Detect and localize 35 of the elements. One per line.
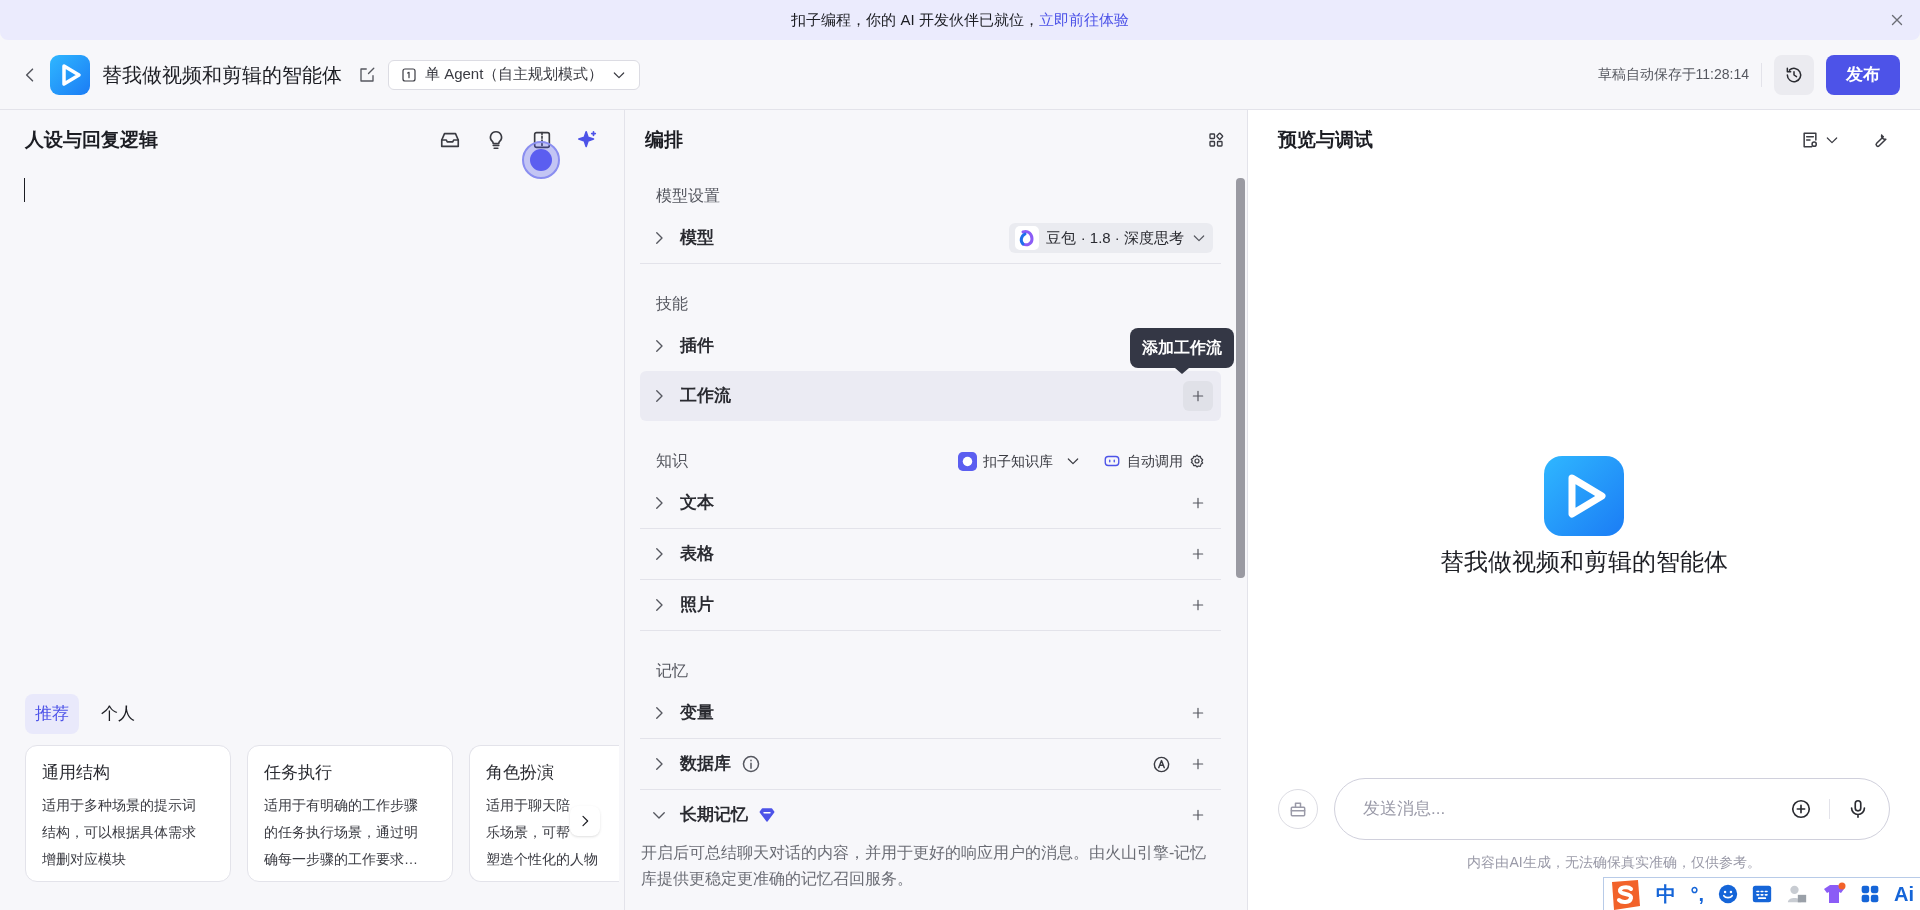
card-description-line: 乐场景，可帮 [486,822,570,842]
tooltip: 添加工作流 [1130,328,1234,368]
row-label: 工作流 [680,385,731,408]
row-label: 模型 [680,227,714,250]
card-description-line: 确每一步骤的工作要求… [264,849,418,869]
row-label: 文本 [680,492,714,515]
card-description-line: 的任务执行场景，通过明 [264,822,418,842]
panel-title: 预览与调试 [1278,127,1373,152]
card-description-line: 塑造个性化的人物 [486,849,598,869]
panel-title: 人设与回复逻辑 [25,127,158,152]
card-description-line: 适用于多种场景的提示词 [42,795,196,815]
row-description: 开启后可总结聊天对话的内容，并用于更好的响应用户的消息。由火山引擎-记忆库提供更稳定更准确的记忆召回服务。 [640,843,1208,889]
row-label: 变量 [680,702,714,725]
agent-name: 替我做视频和剪辑的智能体 [1440,547,1728,577]
card-title: 任务执行 [264,762,333,784]
row-label: 表格 [680,543,714,566]
card-title: 角色扮演 [486,762,555,784]
section-heading: 记忆 [656,661,688,681]
panel-title: 编排 [645,127,683,152]
section-heading: 模型设置 [656,186,720,206]
card-title: 通用结构 [42,762,111,784]
row-label: 插件 [680,335,714,358]
card-description-line: 结构，可以根据具体需求 [42,822,196,842]
card-description-line: 适用于有明确的工作步骤 [264,795,418,815]
section-heading: 技能 [656,294,688,314]
section-heading: 知识 [656,451,688,471]
agent-title: 替我做视频和剪辑的智能体 [102,62,342,88]
row-label: 数据库 [680,753,731,776]
row-label: 长期记忆 [680,804,748,827]
disclaimer-text: 内容由AI生成，无法确保真实准确，仅供参考。 [1467,853,1761,872]
banner-text: 扣子编程，你的 AI 开发伙伴已就位， [791,9,1039,30]
autosave-status: 草稿自动保存于11:28:14 [1597,65,1749,84]
row-label: 照片 [680,594,714,617]
card-description-line: 增删对应模块 [42,849,126,869]
card-description-line: 适用于聊天陪 [486,795,570,815]
